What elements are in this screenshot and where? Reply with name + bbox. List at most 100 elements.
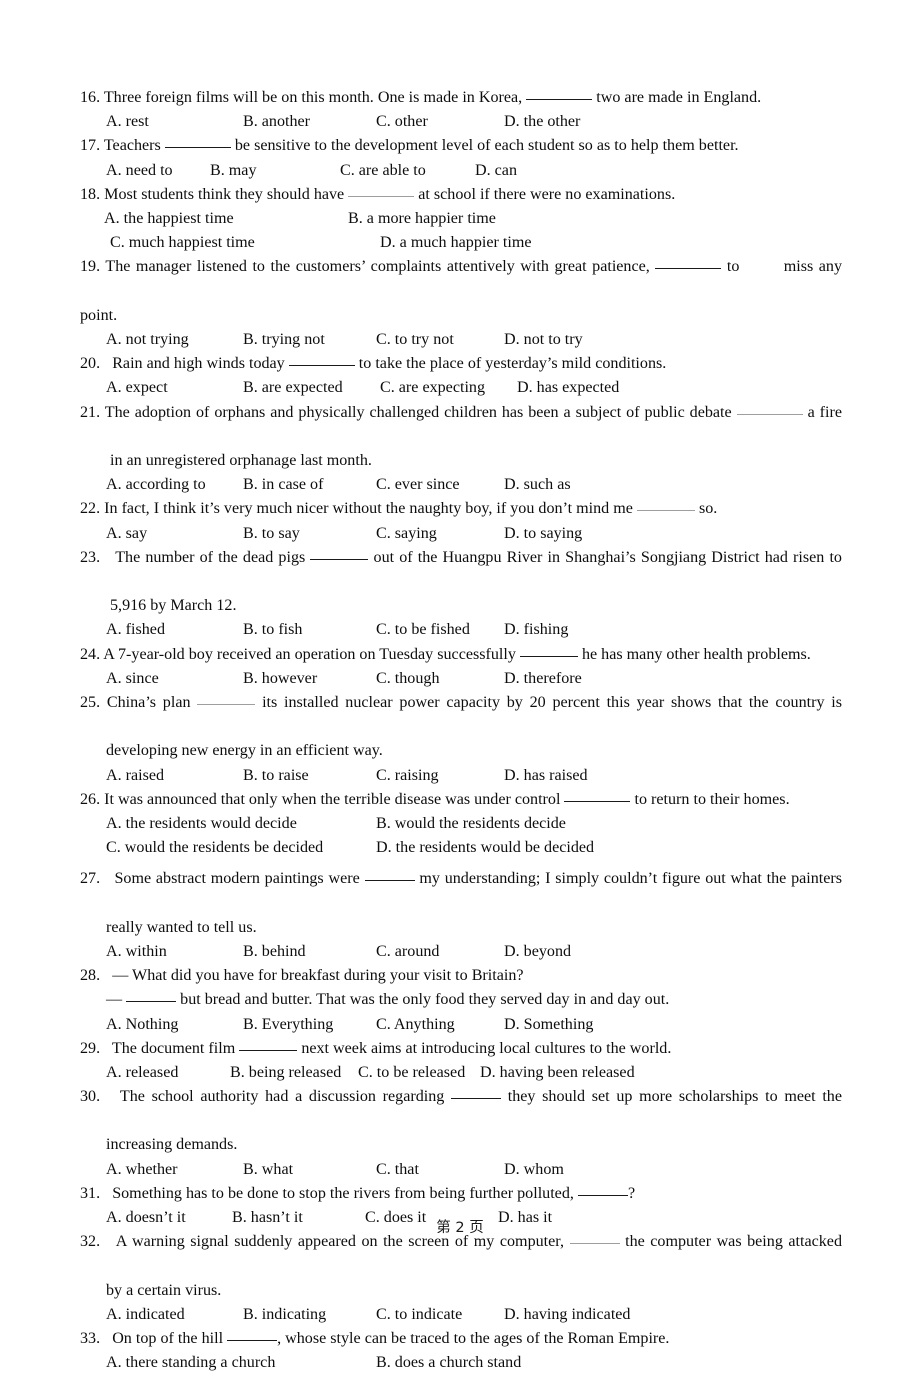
- option-d[interactable]: D. having been released: [480, 1061, 635, 1085]
- question-stem: 22. In fact, I think it’s very much nice…: [80, 500, 718, 518]
- question-stem: 26. It was announced that only when the …: [80, 790, 790, 808]
- option-b[interactable]: B. may: [210, 159, 257, 183]
- option-b[interactable]: B. however: [243, 667, 317, 691]
- option-d[interactable]: D. having indicated: [504, 1303, 630, 1327]
- question-21: 21. The adoption of orphans and physical…: [80, 401, 842, 498]
- question-33: 33. On top of the hill , whose style can…: [80, 1327, 842, 1375]
- option-b[interactable]: B. in case of: [243, 473, 323, 497]
- option-a[interactable]: A. fished: [106, 618, 165, 642]
- option-c[interactable]: C. are able to: [340, 159, 426, 183]
- question-stem-line2: developing new energy in an efficient wa…: [106, 742, 383, 760]
- option-c[interactable]: C. are expecting: [380, 376, 485, 400]
- option-a[interactable]: A. need to: [106, 159, 173, 183]
- option-c[interactable]: C. to try not: [376, 328, 454, 352]
- option-b[interactable]: B. to say: [243, 522, 300, 546]
- option-row: A. not trying B. trying not C. to try no…: [80, 328, 842, 352]
- option-b[interactable]: B. trying not: [243, 328, 325, 352]
- option-c[interactable]: C. to indicate: [376, 1303, 462, 1327]
- option-c[interactable]: C. though: [376, 667, 440, 691]
- question-26: 26. It was announced that only when the …: [80, 788, 842, 861]
- question-24: 24. A 7-year-old boy received an operati…: [80, 643, 842, 691]
- option-c[interactable]: C. Anything: [376, 1013, 455, 1037]
- option-d[interactable]: D. Something: [504, 1013, 593, 1037]
- option-a[interactable]: A. Nothing: [106, 1013, 178, 1037]
- option-row: A. need to B. may C. are able to D. can: [80, 159, 842, 183]
- option-c[interactable]: C. to be fished: [376, 618, 470, 642]
- option-a[interactable]: A. released: [106, 1061, 178, 1085]
- option-b[interactable]: B. being released: [230, 1061, 341, 1085]
- question-20: 20. Rain and high winds today to take th…: [80, 352, 842, 400]
- option-row: A. the residents would decide B. would t…: [80, 812, 842, 836]
- option-a[interactable]: A. the happiest time: [104, 207, 234, 231]
- option-row: A. Nothing B. Everything C. Anything D. …: [80, 1013, 842, 1037]
- option-d[interactable]: D. fishing: [504, 618, 568, 642]
- option-b[interactable]: B. behind: [243, 940, 306, 964]
- option-c[interactable]: C. ever since: [376, 473, 460, 497]
- option-a[interactable]: A. since: [106, 667, 159, 691]
- option-c[interactable]: C. other: [376, 110, 428, 134]
- option-a[interactable]: A. whether: [106, 1158, 178, 1182]
- option-a[interactable]: A. within: [106, 940, 167, 964]
- option-b[interactable]: B. to raise: [243, 764, 309, 788]
- option-b[interactable]: B. Everything: [243, 1013, 333, 1037]
- option-c[interactable]: C. around: [376, 940, 439, 964]
- option-d[interactable]: D. not to try: [504, 328, 583, 352]
- option-a[interactable]: A. rest: [106, 110, 149, 134]
- option-c[interactable]: C. saying: [376, 522, 437, 546]
- option-b[interactable]: B. does a church stand: [376, 1351, 521, 1375]
- option-b[interactable]: B. what: [243, 1158, 293, 1182]
- page-footer: 第 2 页: [436, 1220, 484, 1236]
- option-row: A. the happiest time B. a more happier t…: [80, 207, 842, 231]
- option-c[interactable]: C. would the residents be decided: [106, 836, 323, 860]
- option-c[interactable]: C. that: [376, 1158, 419, 1182]
- question-stem: 24. A 7-year-old boy received an operati…: [80, 645, 811, 663]
- question-list: 16. Three foreign films will be on this …: [80, 86, 842, 1375]
- option-c[interactable]: C. to be released: [358, 1061, 465, 1085]
- question-stem: 20. Rain and high winds today to take th…: [80, 355, 667, 373]
- question-stem-line2: increasing demands.: [106, 1136, 238, 1154]
- option-d[interactable]: D. to saying: [504, 522, 582, 546]
- question-stem-line1: 28. — What did you have for breakfast du…: [80, 967, 524, 985]
- em-dash-icon: —: [106, 991, 123, 1009]
- option-d[interactable]: D. the residents would be decided: [376, 836, 594, 860]
- option-a[interactable]: A. according to: [106, 473, 206, 497]
- option-a[interactable]: A. raised: [106, 764, 164, 788]
- question-stem-line2: — but bread and butter. That was the onl…: [80, 988, 842, 1012]
- option-a[interactable]: A. there standing a church: [106, 1351, 275, 1375]
- option-a[interactable]: A. say: [106, 522, 147, 546]
- option-d[interactable]: D. has expected: [517, 376, 619, 400]
- question-28: 28. — What did you have for breakfast du…: [80, 964, 842, 1037]
- option-d[interactable]: D. therefore: [504, 667, 582, 691]
- option-b[interactable]: B. are expected: [243, 376, 343, 400]
- question-stem: 18. Most students think they should have…: [80, 185, 676, 203]
- option-row: A. within B. behind C. around D. beyond: [80, 940, 842, 964]
- option-a[interactable]: A. not trying: [106, 328, 189, 352]
- option-d[interactable]: D. such as: [504, 473, 571, 497]
- question-stem-line2: by a certain virus.: [106, 1281, 222, 1299]
- question-16: 16. Three foreign films will be on this …: [80, 86, 842, 134]
- option-row: C. would the residents be decided D. the…: [80, 836, 842, 860]
- option-d[interactable]: D. whom: [504, 1158, 564, 1182]
- option-row: A. released B. being released C. to be r…: [80, 1061, 842, 1085]
- option-d[interactable]: D. has raised: [504, 764, 588, 788]
- option-b[interactable]: B. another: [243, 110, 310, 134]
- option-d[interactable]: D. a much happier time: [380, 231, 532, 255]
- option-a[interactable]: A. expect: [106, 376, 168, 400]
- option-b[interactable]: B. would the residents decide: [376, 812, 566, 836]
- option-a[interactable]: A. indicated: [106, 1303, 185, 1327]
- question-stem: 31. Something has to be done to stop the…: [80, 1184, 636, 1202]
- option-d[interactable]: D. can: [475, 159, 517, 183]
- option-row: A. fished B. to fish C. to be fished D. …: [80, 618, 842, 642]
- option-row: A. there standing a church B. does a chu…: [80, 1351, 842, 1375]
- option-d[interactable]: D. beyond: [504, 940, 571, 964]
- question-27: 27. Some abstract modern paintings were …: [80, 867, 842, 964]
- question-stem: 29. The document film next week aims at …: [80, 1039, 672, 1057]
- question-17: 17. Teachers be sensitive to the develop…: [80, 134, 842, 182]
- option-c[interactable]: C. raising: [376, 764, 439, 788]
- option-d[interactable]: D. the other: [504, 110, 580, 134]
- option-a[interactable]: A. the residents would decide: [106, 812, 297, 836]
- option-b[interactable]: B. to fish: [243, 618, 302, 642]
- option-c[interactable]: C. much happiest time: [110, 231, 255, 255]
- option-b[interactable]: B. indicating: [243, 1303, 326, 1327]
- option-b[interactable]: B. a more happier time: [348, 207, 496, 231]
